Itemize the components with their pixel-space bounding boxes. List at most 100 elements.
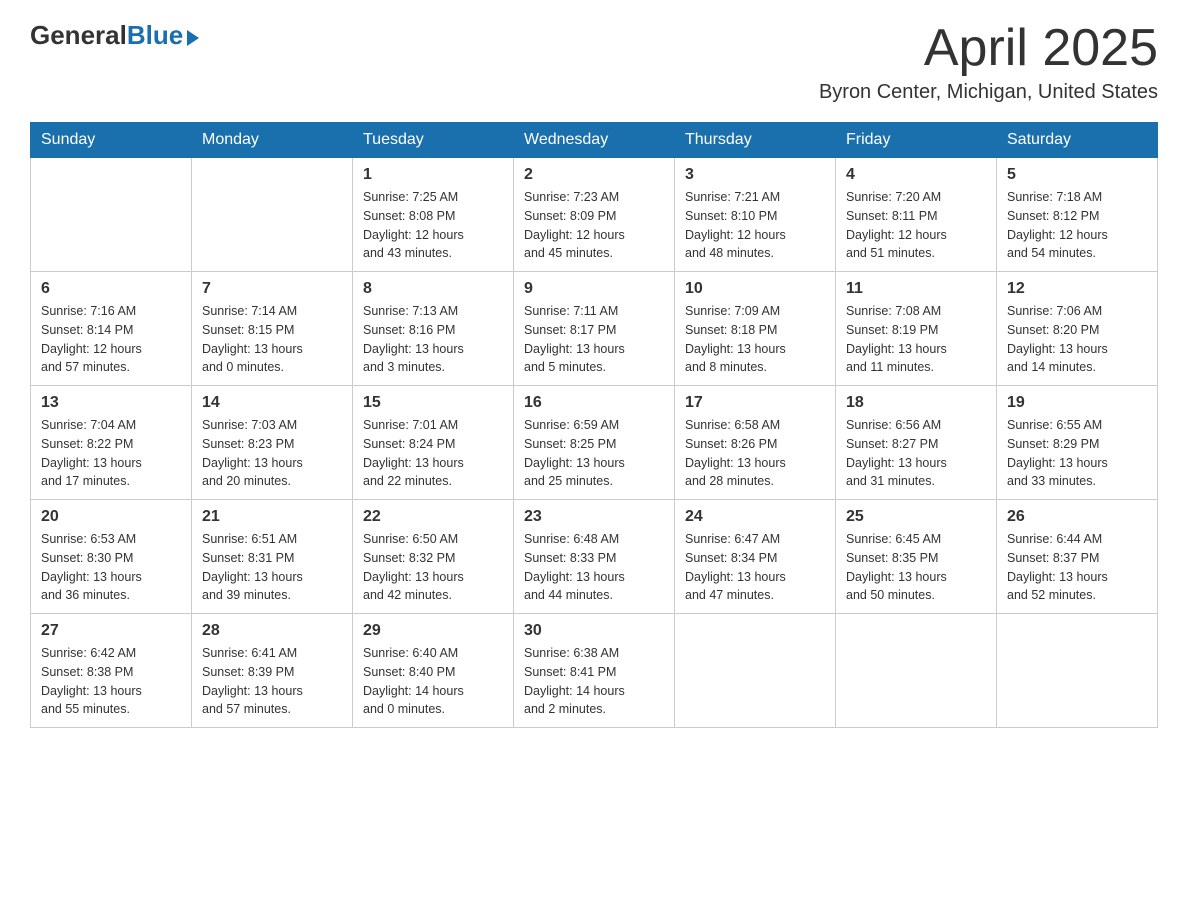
calendar-cell: 17 Sunrise: 6:58 AMSunset: 8:26 PMDayligh… bbox=[675, 386, 836, 500]
day-number: 8 bbox=[363, 280, 503, 298]
day-info: Sunrise: 7:06 AMSunset: 8:20 PMDaylight:… bbox=[1007, 302, 1147, 377]
day-number: 23 bbox=[524, 508, 664, 526]
day-number: 20 bbox=[41, 508, 181, 526]
day-number: 15 bbox=[363, 394, 503, 412]
calendar-week-row: 27 Sunrise: 6:42 AMSunset: 8:38 PMDayligh… bbox=[31, 614, 1158, 728]
day-number: 29 bbox=[363, 622, 503, 640]
weekday-header-monday: Monday bbox=[192, 123, 353, 158]
day-info: Sunrise: 6:38 AMSunset: 8:41 PMDaylight:… bbox=[524, 644, 664, 719]
day-number: 13 bbox=[41, 394, 181, 412]
day-info: Sunrise: 6:59 AMSunset: 8:25 PMDaylight:… bbox=[524, 416, 664, 491]
day-number: 14 bbox=[202, 394, 342, 412]
day-info: Sunrise: 6:47 AMSunset: 8:34 PMDaylight:… bbox=[685, 530, 825, 605]
logo-general-text: General bbox=[30, 20, 127, 51]
logo: General Blue bbox=[30, 20, 199, 51]
calendar-week-row: 13 Sunrise: 7:04 AMSunset: 8:22 PMDayligh… bbox=[31, 386, 1158, 500]
day-number: 6 bbox=[41, 280, 181, 298]
calendar-cell: 9Sunrise: 7:11 AMSunset: 8:17 PMDaylight… bbox=[514, 272, 675, 386]
day-info: Sunrise: 6:41 AMSunset: 8:39 PMDaylight:… bbox=[202, 644, 342, 719]
weekday-header-friday: Friday bbox=[836, 123, 997, 158]
calendar-week-row: 6 Sunrise: 7:16 AMSunset: 8:14 PMDaylight… bbox=[31, 272, 1158, 386]
day-number: 12 bbox=[1007, 280, 1147, 298]
day-info: Sunrise: 7:16 AMSunset: 8:14 PMDaylight:… bbox=[41, 302, 181, 377]
day-number: 19 bbox=[1007, 394, 1147, 412]
calendar-cell: 11Sunrise: 7:08 AMSunset: 8:19 PMDayligh… bbox=[836, 272, 997, 386]
calendar-cell bbox=[192, 158, 353, 272]
day-info: Sunrise: 6:45 AMSunset: 8:35 PMDaylight:… bbox=[846, 530, 986, 605]
calendar-cell: 30Sunrise: 6:38 AMSunset: 8:41 PMDayligh… bbox=[514, 614, 675, 728]
calendar-cell: 22 Sunrise: 6:50 AMSunset: 8:32 PMDayligh… bbox=[353, 500, 514, 614]
calendar-cell: 27 Sunrise: 6:42 AMSunset: 8:38 PMDayligh… bbox=[31, 614, 192, 728]
calendar-cell: 15 Sunrise: 7:01 AMSunset: 8:24 PMDayligh… bbox=[353, 386, 514, 500]
day-number: 2 bbox=[524, 166, 664, 184]
calendar-cell: 3 Sunrise: 7:21 AMSunset: 8:10 PMDaylight… bbox=[675, 158, 836, 272]
day-number: 16 bbox=[524, 394, 664, 412]
calendar-cell: 26 Sunrise: 6:44 AMSunset: 8:37 PMDayligh… bbox=[997, 500, 1158, 614]
logo-arrow-icon bbox=[187, 30, 199, 46]
calendar-cell: 2Sunrise: 7:23 AMSunset: 8:09 PMDaylight… bbox=[514, 158, 675, 272]
day-info: Sunrise: 6:58 AMSunset: 8:26 PMDaylight:… bbox=[685, 416, 825, 491]
location-title: Byron Center, Michigan, United States bbox=[819, 81, 1158, 104]
day-info: Sunrise: 6:44 AMSunset: 8:37 PMDaylight:… bbox=[1007, 530, 1147, 605]
day-number: 7 bbox=[202, 280, 342, 298]
day-info: Sunrise: 6:56 AMSunset: 8:27 PMDaylight:… bbox=[846, 416, 986, 491]
day-number: 24 bbox=[685, 508, 825, 526]
calendar-cell: 28Sunrise: 6:41 AMSunset: 8:39 PMDayligh… bbox=[192, 614, 353, 728]
day-number: 5 bbox=[1007, 166, 1147, 184]
weekday-header-wednesday: Wednesday bbox=[514, 123, 675, 158]
calendar-cell: 7 Sunrise: 7:14 AMSunset: 8:15 PMDaylight… bbox=[192, 272, 353, 386]
day-number: 17 bbox=[685, 394, 825, 412]
day-info: Sunrise: 7:11 AMSunset: 8:17 PMDaylight:… bbox=[524, 302, 664, 377]
page-header: General Blue April 2025 Byron Center, Mi… bbox=[30, 20, 1158, 104]
calendar-cell: 21Sunrise: 6:51 AMSunset: 8:31 PMDayligh… bbox=[192, 500, 353, 614]
calendar-cell bbox=[675, 614, 836, 728]
day-number: 25 bbox=[846, 508, 986, 526]
day-info: Sunrise: 6:50 AMSunset: 8:32 PMDaylight:… bbox=[363, 530, 503, 605]
day-number: 1 bbox=[363, 166, 503, 184]
day-info: Sunrise: 7:04 AMSunset: 8:22 PMDaylight:… bbox=[41, 416, 181, 491]
calendar-cell: 1 Sunrise: 7:25 AMSunset: 8:08 PMDaylight… bbox=[353, 158, 514, 272]
day-info: Sunrise: 6:51 AMSunset: 8:31 PMDaylight:… bbox=[202, 530, 342, 605]
calendar-cell: 12 Sunrise: 7:06 AMSunset: 8:20 PMDayligh… bbox=[997, 272, 1158, 386]
day-info: Sunrise: 6:48 AMSunset: 8:33 PMDaylight:… bbox=[524, 530, 664, 605]
logo-blue-part: Blue bbox=[127, 20, 199, 51]
day-number: 22 bbox=[363, 508, 503, 526]
calendar-week-row: 20Sunrise: 6:53 AMSunset: 8:30 PMDayligh… bbox=[31, 500, 1158, 614]
day-number: 3 bbox=[685, 166, 825, 184]
day-info: Sunrise: 7:01 AMSunset: 8:24 PMDaylight:… bbox=[363, 416, 503, 491]
day-info: Sunrise: 7:18 AMSunset: 8:12 PMDaylight:… bbox=[1007, 188, 1147, 263]
day-number: 26 bbox=[1007, 508, 1147, 526]
calendar-cell: 4Sunrise: 7:20 AMSunset: 8:11 PMDaylight… bbox=[836, 158, 997, 272]
calendar-cell: 10Sunrise: 7:09 AMSunset: 8:18 PMDayligh… bbox=[675, 272, 836, 386]
day-info: Sunrise: 6:55 AMSunset: 8:29 PMDaylight:… bbox=[1007, 416, 1147, 491]
calendar-cell: 8Sunrise: 7:13 AMSunset: 8:16 PMDaylight… bbox=[353, 272, 514, 386]
calendar-cell: 16 Sunrise: 6:59 AMSunset: 8:25 PMDayligh… bbox=[514, 386, 675, 500]
day-number: 18 bbox=[846, 394, 986, 412]
calendar-week-row: 1 Sunrise: 7:25 AMSunset: 8:08 PMDaylight… bbox=[31, 158, 1158, 272]
calendar-cell: 13 Sunrise: 7:04 AMSunset: 8:22 PMDayligh… bbox=[31, 386, 192, 500]
day-number: 11 bbox=[846, 280, 986, 298]
calendar-cell: 24 Sunrise: 6:47 AMSunset: 8:34 PMDayligh… bbox=[675, 500, 836, 614]
month-title: April 2025 bbox=[819, 20, 1158, 77]
calendar-cell bbox=[836, 614, 997, 728]
weekday-header-thursday: Thursday bbox=[675, 123, 836, 158]
weekday-header-tuesday: Tuesday bbox=[353, 123, 514, 158]
calendar-cell: 5 Sunrise: 7:18 AMSunset: 8:12 PMDaylight… bbox=[997, 158, 1158, 272]
day-info: Sunrise: 7:25 AMSunset: 8:08 PMDaylight:… bbox=[363, 188, 503, 263]
calendar-cell: 29 Sunrise: 6:40 AMSunset: 8:40 PMDayligh… bbox=[353, 614, 514, 728]
day-number: 27 bbox=[41, 622, 181, 640]
logo-blue-text: Blue bbox=[127, 20, 183, 51]
day-info: Sunrise: 6:40 AMSunset: 8:40 PMDaylight:… bbox=[363, 644, 503, 719]
calendar-cell: 25 Sunrise: 6:45 AMSunset: 8:35 PMDayligh… bbox=[836, 500, 997, 614]
day-info: Sunrise: 7:21 AMSunset: 8:10 PMDaylight:… bbox=[685, 188, 825, 263]
weekday-header-sunday: Sunday bbox=[31, 123, 192, 158]
calendar-cell bbox=[997, 614, 1158, 728]
logo-text: General Blue bbox=[30, 20, 199, 51]
day-number: 10 bbox=[685, 280, 825, 298]
weekday-header-saturday: Saturday bbox=[997, 123, 1158, 158]
day-info: Sunrise: 6:42 AMSunset: 8:38 PMDaylight:… bbox=[41, 644, 181, 719]
calendar-cell: 20Sunrise: 6:53 AMSunset: 8:30 PMDayligh… bbox=[31, 500, 192, 614]
calendar-cell: 6 Sunrise: 7:16 AMSunset: 8:14 PMDaylight… bbox=[31, 272, 192, 386]
day-info: Sunrise: 7:14 AMSunset: 8:15 PMDaylight:… bbox=[202, 302, 342, 377]
day-number: 4 bbox=[846, 166, 986, 184]
